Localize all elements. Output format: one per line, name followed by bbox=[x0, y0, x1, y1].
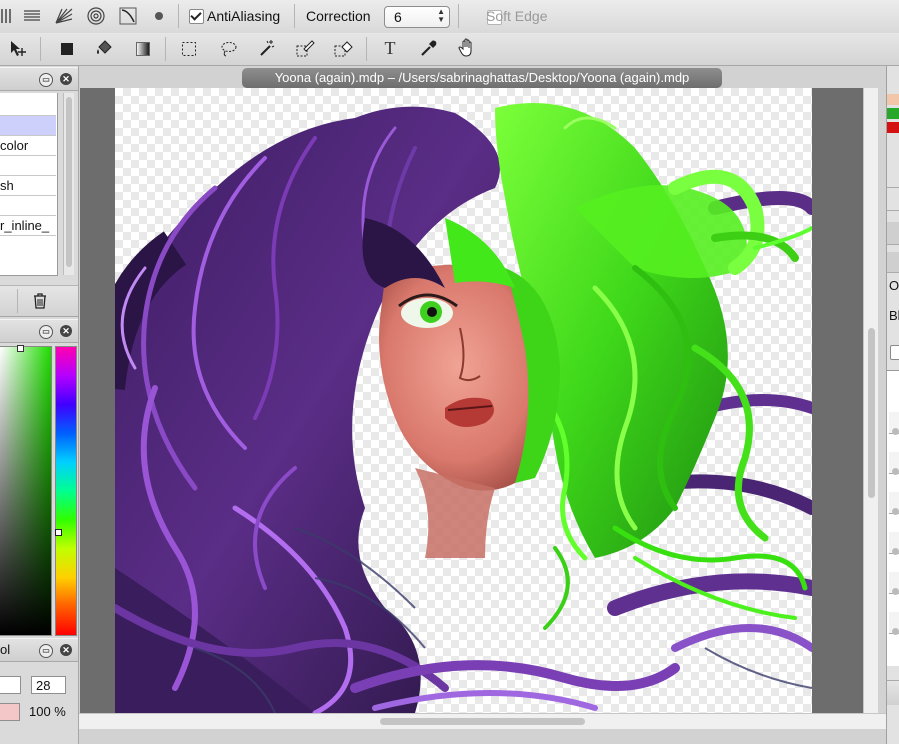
correction-label: Correction bbox=[306, 8, 371, 24]
opacity-bar[interactable] bbox=[0, 703, 20, 721]
layer-visibility-icon[interactable] bbox=[892, 548, 899, 555]
brush-list-scrollbar[interactable] bbox=[63, 93, 74, 275]
panel-title: ol bbox=[0, 642, 11, 657]
scrollbar-thumb[interactable] bbox=[66, 97, 72, 267]
brush-item-selected[interactable] bbox=[0, 116, 56, 136]
brush-item[interactable] bbox=[0, 196, 56, 216]
brush-panel-footer bbox=[0, 285, 78, 317]
hue-marker[interactable] bbox=[55, 529, 62, 536]
canvas-horizontal-scrollbar[interactable] bbox=[79, 713, 886, 729]
color-panel-header: ▭ ✕ bbox=[0, 319, 78, 343]
float-panel-icon[interactable]: ▭ bbox=[39, 73, 53, 87]
text-icon[interactable]: T bbox=[379, 37, 401, 59]
radial-lines-icon[interactable] bbox=[53, 5, 75, 27]
horizontal-lines-icon[interactable] bbox=[21, 5, 43, 27]
swatch-red[interactable] bbox=[887, 122, 899, 133]
brush-item[interactable]: r_inline_ bbox=[0, 216, 56, 236]
layer-panel-footer bbox=[887, 680, 899, 705]
brush-item[interactable] bbox=[0, 156, 56, 176]
canvas-vertical-scrollbar[interactable] bbox=[863, 88, 878, 713]
hatch-icon[interactable] bbox=[0, 5, 18, 27]
eyedropper-icon[interactable] bbox=[418, 37, 440, 59]
toolbar-divider bbox=[178, 4, 179, 28]
move-icon[interactable] bbox=[7, 38, 29, 60]
saturation-value-picker[interactable] bbox=[0, 345, 52, 636]
close-panel-icon[interactable]: ✕ bbox=[60, 644, 72, 656]
dot-icon[interactable] bbox=[148, 5, 170, 27]
toolbar-divider bbox=[165, 37, 166, 61]
select-eraser-icon[interactable] bbox=[332, 37, 354, 59]
curve-icon[interactable] bbox=[117, 5, 139, 27]
layer-visibility-icon[interactable] bbox=[892, 588, 899, 595]
color-picker-marker[interactable] bbox=[17, 345, 24, 352]
brush-size-preview[interactable] bbox=[0, 676, 21, 694]
bucket-fill-icon[interactable] bbox=[93, 37, 115, 59]
toolbar-divider bbox=[458, 4, 459, 28]
opacity-value: 100 % bbox=[29, 704, 66, 719]
swatch-green[interactable] bbox=[887, 108, 899, 119]
top-toolbar: AntiAliasing Correction 6 ▲ ▼ Soft Edge bbox=[0, 0, 899, 34]
brush-item[interactable]: sh bbox=[0, 176, 56, 196]
gradient-icon[interactable] bbox=[132, 38, 154, 60]
layer-visibility-icon[interactable] bbox=[892, 628, 899, 635]
right-panel-tab[interactable] bbox=[887, 187, 899, 211]
float-panel-icon[interactable]: ▭ bbox=[39, 644, 53, 658]
rectangle-fill-icon[interactable] bbox=[56, 38, 78, 60]
magic-wand-icon[interactable] bbox=[256, 37, 278, 59]
right-panel-tab[interactable] bbox=[887, 222, 899, 245]
stepper-arrows-icon: ▲ ▼ bbox=[437, 7, 445, 24]
close-panel-icon[interactable]: ✕ bbox=[60, 325, 72, 337]
right-panel-header bbox=[887, 252, 899, 273]
correction-select[interactable]: 6 ▲ ▼ bbox=[384, 6, 450, 28]
layer-option-label: O bbox=[889, 278, 899, 293]
document-title: Yoona (again).mdp – /Users/sabrinaghatta… bbox=[242, 68, 722, 88]
toolbar-divider bbox=[366, 37, 367, 61]
hand-icon[interactable] bbox=[456, 37, 478, 59]
illustration bbox=[115, 103, 812, 713]
float-panel-icon[interactable]: ▭ bbox=[39, 325, 53, 339]
scrollbar-thumb[interactable] bbox=[868, 328, 875, 498]
blend-label: Bl bbox=[889, 308, 899, 323]
scrollbar-thumb[interactable] bbox=[380, 718, 585, 725]
artwork-canvas[interactable] bbox=[115, 88, 812, 713]
hue-slider[interactable] bbox=[55, 346, 77, 636]
brush-item[interactable] bbox=[0, 96, 56, 116]
layer-visibility-icon[interactable] bbox=[892, 428, 899, 435]
layer-row[interactable] bbox=[889, 391, 899, 413]
rect-select-icon[interactable] bbox=[178, 38, 200, 60]
brush-list: color sh r_inline_ bbox=[0, 93, 58, 276]
antialiasing-label: AntiAliasing bbox=[207, 8, 281, 24]
layer-option-checkbox[interactable] bbox=[890, 345, 899, 361]
trash-icon[interactable] bbox=[29, 290, 51, 312]
antialiasing-checkbox[interactable] bbox=[189, 9, 204, 25]
tool-toolbar: T bbox=[0, 33, 899, 66]
brush-item[interactable]: color bbox=[0, 136, 56, 156]
footer-divider bbox=[17, 289, 18, 313]
select-pen-icon[interactable] bbox=[294, 37, 316, 59]
toolbar-divider bbox=[294, 4, 295, 28]
layer-visibility-icon[interactable] bbox=[892, 468, 899, 475]
close-panel-icon[interactable]: ✕ bbox=[60, 73, 72, 85]
concentric-circles-icon[interactable] bbox=[85, 5, 107, 27]
toolbar-divider bbox=[40, 37, 41, 61]
brush-size-input[interactable]: 28 bbox=[31, 676, 66, 694]
brush-size-panel-header: ol ▭ ✕ bbox=[0, 638, 78, 662]
correction-value: 6 bbox=[394, 9, 402, 25]
lasso-icon[interactable] bbox=[218, 38, 240, 60]
swatch-skin[interactable] bbox=[887, 94, 899, 105]
soft-edge-label: Soft Edge bbox=[486, 8, 548, 24]
brush-panel-header: ▭ ✕ bbox=[0, 67, 78, 91]
layer-visibility-icon[interactable] bbox=[892, 508, 899, 515]
